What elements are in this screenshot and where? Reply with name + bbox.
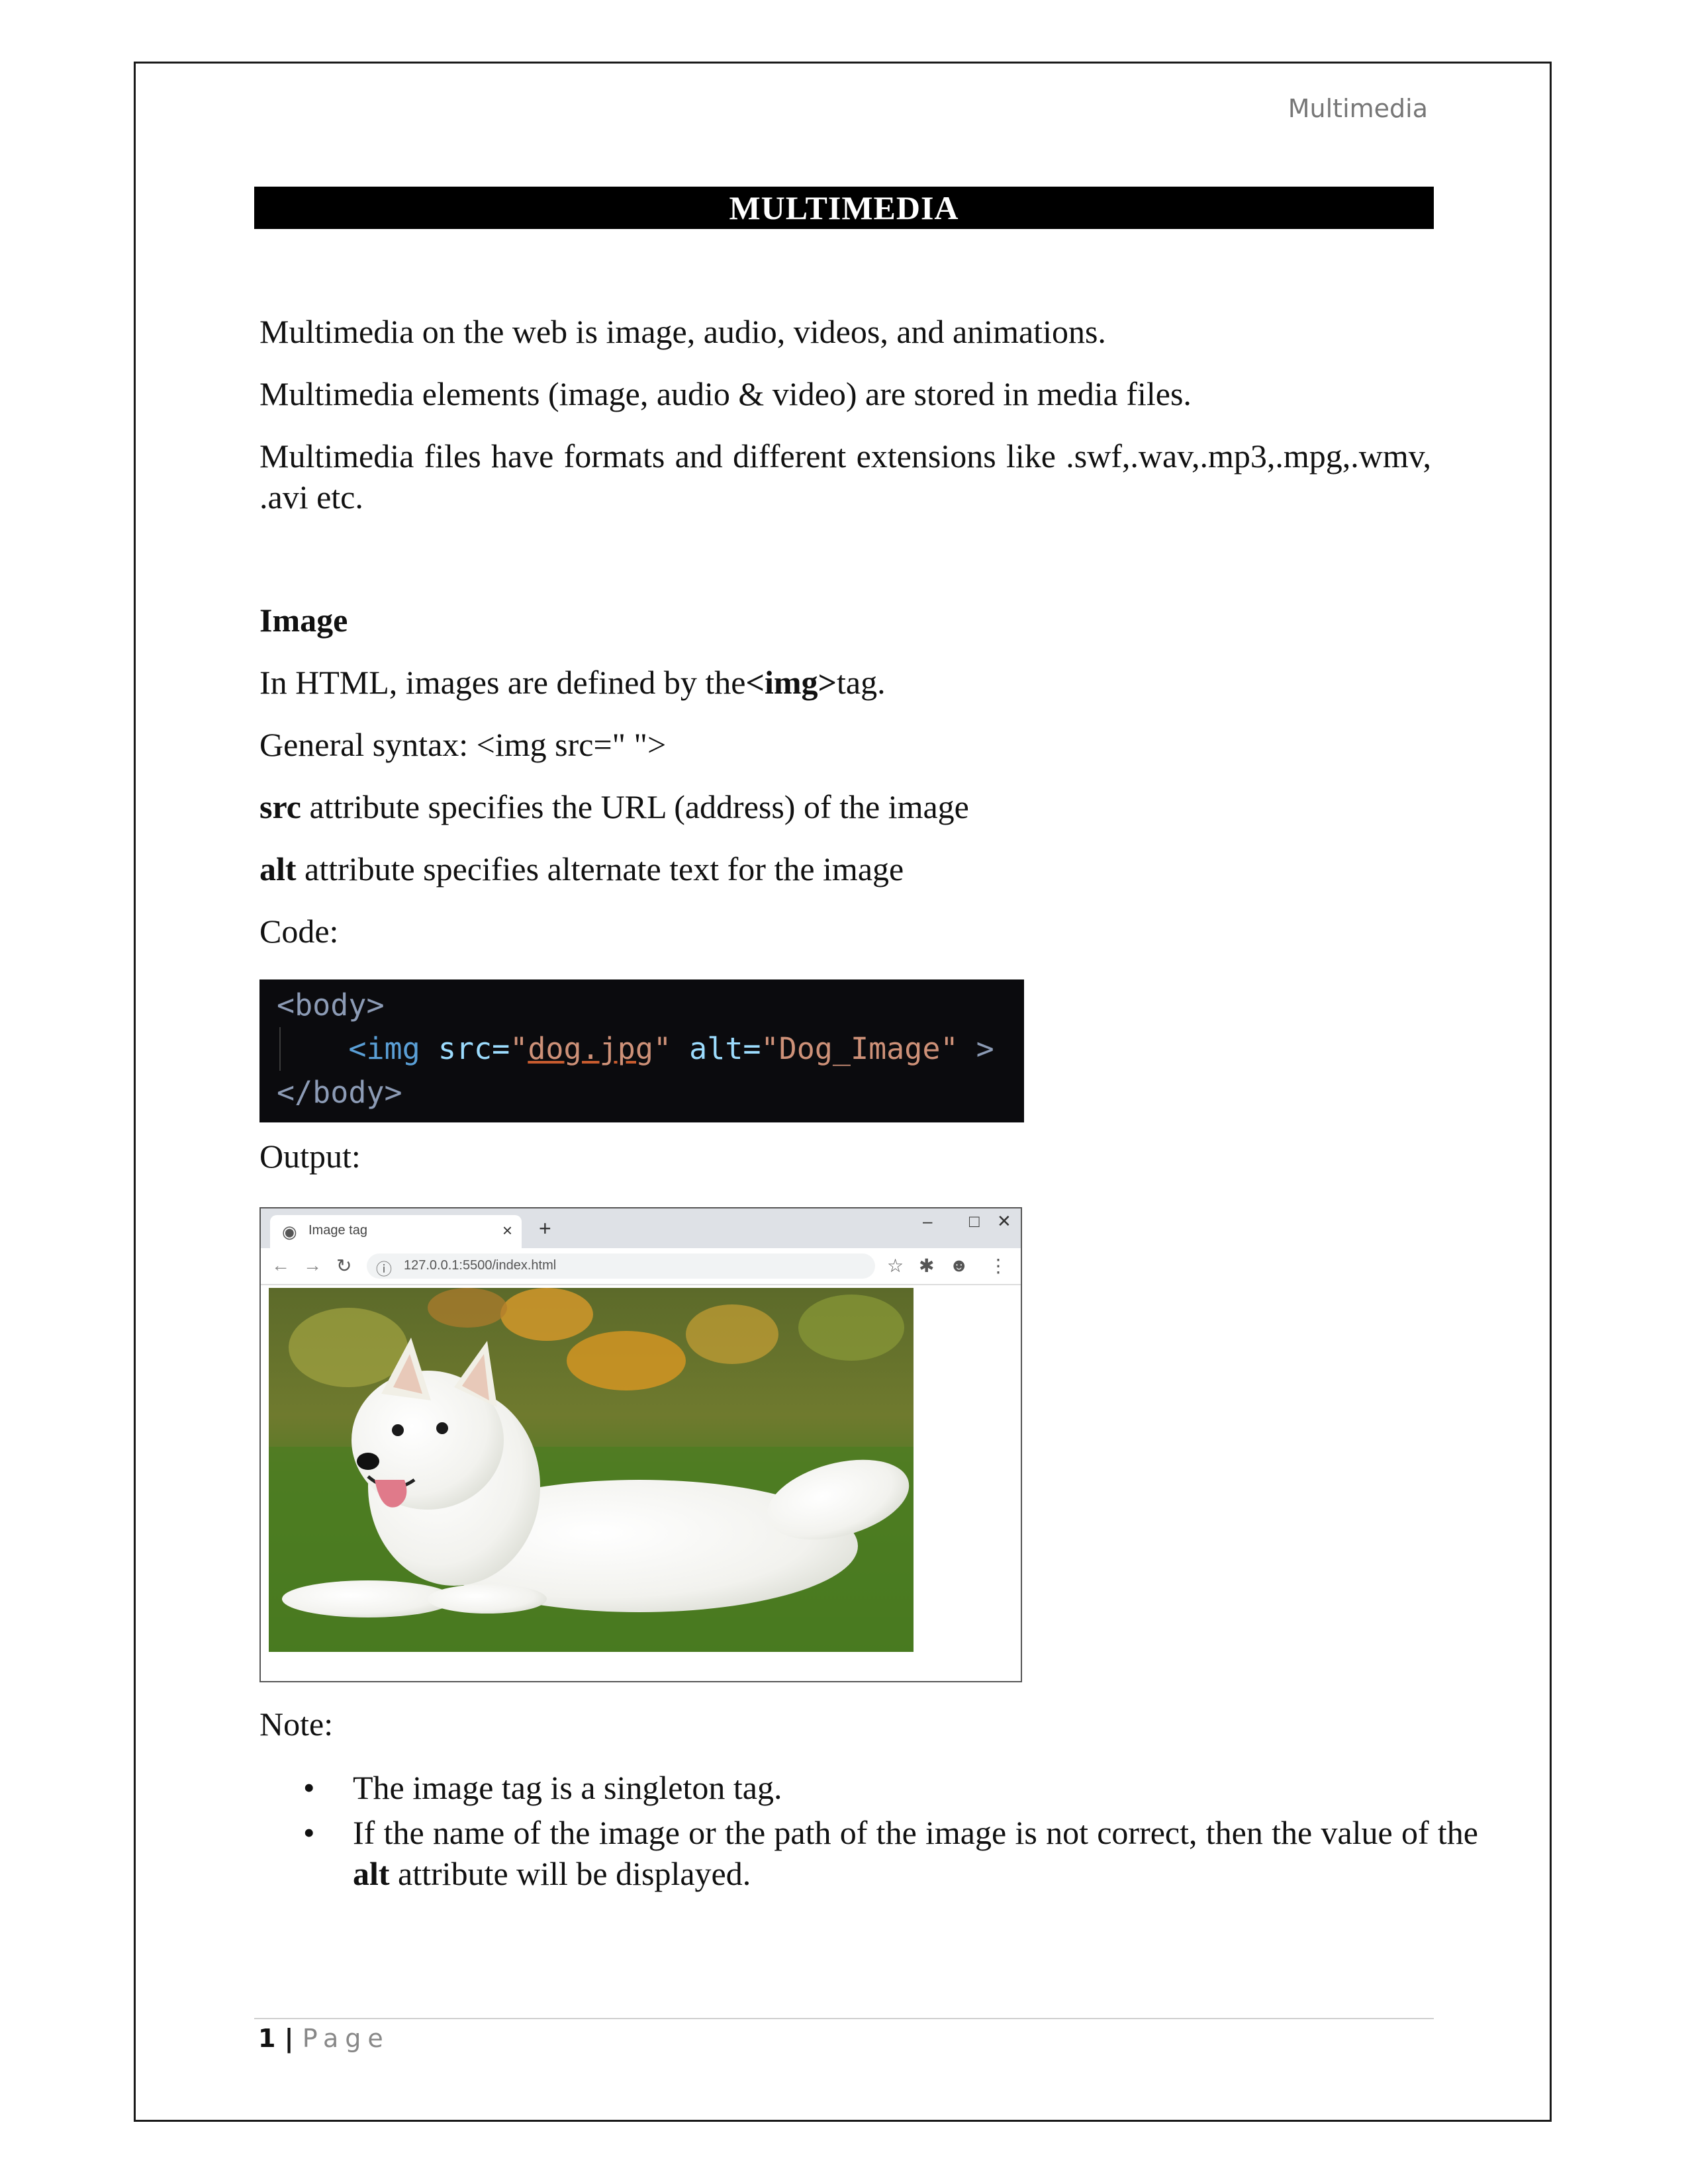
note-item-1: • The image tag is a singleton tag. <box>303 1767 1478 1808</box>
url-text: 127.0.0.1:5500/index.html <box>404 1258 557 1273</box>
img-tag-term: <img> <box>745 664 837 701</box>
reload-icon[interactable]: ↻ <box>336 1255 352 1277</box>
section-heading-image: Image <box>259 602 348 639</box>
note-label: Note: <box>259 1706 334 1743</box>
img-definition-end: tag. <box>837 664 886 701</box>
tab-close-icon[interactable]: × <box>502 1220 512 1241</box>
tab-title: Image tag <box>308 1223 367 1238</box>
note-item-text: If the name of the image or the path of … <box>353 1814 1478 1851</box>
alt-term: alt <box>353 1855 390 1892</box>
running-header: Multimedia <box>1288 94 1428 123</box>
code-src-value: dog.jpg <box>528 1031 653 1066</box>
bullet-icon: • <box>303 1814 315 1851</box>
note-item-text-end: attribute will be displayed. <box>389 1855 751 1892</box>
footer-separator: | <box>275 2024 303 2053</box>
code-src-quote-open: " <box>510 1031 528 1066</box>
intro-paragraph-2: Multimedia elements (image, audio & vide… <box>259 375 1192 412</box>
code-img-open: <img <box>348 1031 420 1066</box>
code-body-open: <body> <box>277 987 385 1023</box>
maximize-icon[interactable]: □ <box>969 1211 980 1232</box>
code-src-attr: src= <box>438 1031 510 1066</box>
intro-paragraph-1: Multimedia on the web is image, audio, v… <box>259 313 1106 350</box>
back-icon[interactable]: ← <box>271 1255 290 1276</box>
note-item-text: The image tag is a singleton tag. <box>353 1769 782 1806</box>
new-tab-icon[interactable]: + <box>539 1216 551 1241</box>
info-icon[interactable]: ⓘ <box>376 1256 392 1279</box>
page-number: 1 <box>258 2024 276 2053</box>
code-src-quote-close: " <box>653 1031 672 1066</box>
star-icon[interactable]: ☆ <box>887 1255 904 1277</box>
code-alt-attr: alt= <box>689 1031 761 1066</box>
extensions-icon[interactable]: ✱ <box>919 1255 934 1277</box>
page-footer: 1 | Page <box>258 2024 390 2053</box>
alt-description: attribute specifies alternate text for t… <box>296 850 904 887</box>
code-line-3: </body> <box>277 1071 1024 1115</box>
src-term: src <box>259 788 301 825</box>
globe-icon: ◉ <box>282 1222 297 1242</box>
page-word: Page <box>302 2024 390 2053</box>
page-title: MULTIMEDIA <box>254 187 1434 229</box>
window-close-icon[interactable]: ✕ <box>997 1211 1011 1232</box>
alt-attribute-line: alt attribute specifies alternate text f… <box>259 848 904 889</box>
code-img-close: > <box>976 1031 994 1066</box>
note-list: • The image tag is a singleton tag. • If t… <box>303 1767 1478 1898</box>
general-syntax-line: General syntax: <img src=" "> <box>259 726 667 763</box>
bullet-icon: • <box>303 1769 315 1806</box>
src-description: attribute specifies the URL (address) of… <box>301 788 969 825</box>
footer-divider <box>254 2018 1434 2019</box>
dog-photo <box>269 1288 914 1652</box>
minimize-icon[interactable]: – <box>923 1211 932 1232</box>
img-definition-line: In HTML, images are defined by the<img>t… <box>259 662 886 703</box>
code-label: Code: <box>259 913 339 950</box>
indent-guide <box>279 1027 281 1071</box>
code-body-close: </body> <box>277 1075 402 1110</box>
alt-term: alt <box>259 850 297 887</box>
browser-tab-bar: ◉ Image tag × + – □ ✕ <box>261 1208 1021 1248</box>
browser-tab[interactable]: ◉ Image tag × <box>270 1215 522 1248</box>
code-line-1: <body> <box>277 983 1024 1027</box>
browser-screenshot: ◉ Image tag × + – □ ✕ ← → ↻ ⓘ 127.0.0.1:… <box>259 1207 1022 1682</box>
code-line-2: <img src="dog.jpg" alt="Dog_Image" > <box>277 1027 1024 1071</box>
menu-icon[interactable]: ⋮ <box>989 1255 1008 1277</box>
forward-icon[interactable]: → <box>303 1255 322 1276</box>
src-attribute-line: src attribute specifies the URL (address… <box>259 786 969 827</box>
output-label: Output: <box>259 1138 361 1175</box>
code-snippet: <body> <img src="dog.jpg" alt="Dog_Image… <box>259 979 1024 1122</box>
browser-toolbar: ← → ↻ ⓘ 127.0.0.1:5500/index.html ☆ ✱ ☻ … <box>261 1248 1021 1285</box>
account-icon[interactable]: ☻ <box>949 1255 968 1276</box>
img-definition-text: In HTML, images are defined by the <box>259 664 746 701</box>
code-alt-value: "Dog_Image" <box>761 1031 959 1066</box>
note-item-2: • If the name of the image or the path of… <box>303 1812 1478 1894</box>
intro-paragraph-3: Multimedia files have formats and differ… <box>259 437 1431 516</box>
address-bar[interactable]: ⓘ 127.0.0.1:5500/index.html <box>367 1253 875 1279</box>
